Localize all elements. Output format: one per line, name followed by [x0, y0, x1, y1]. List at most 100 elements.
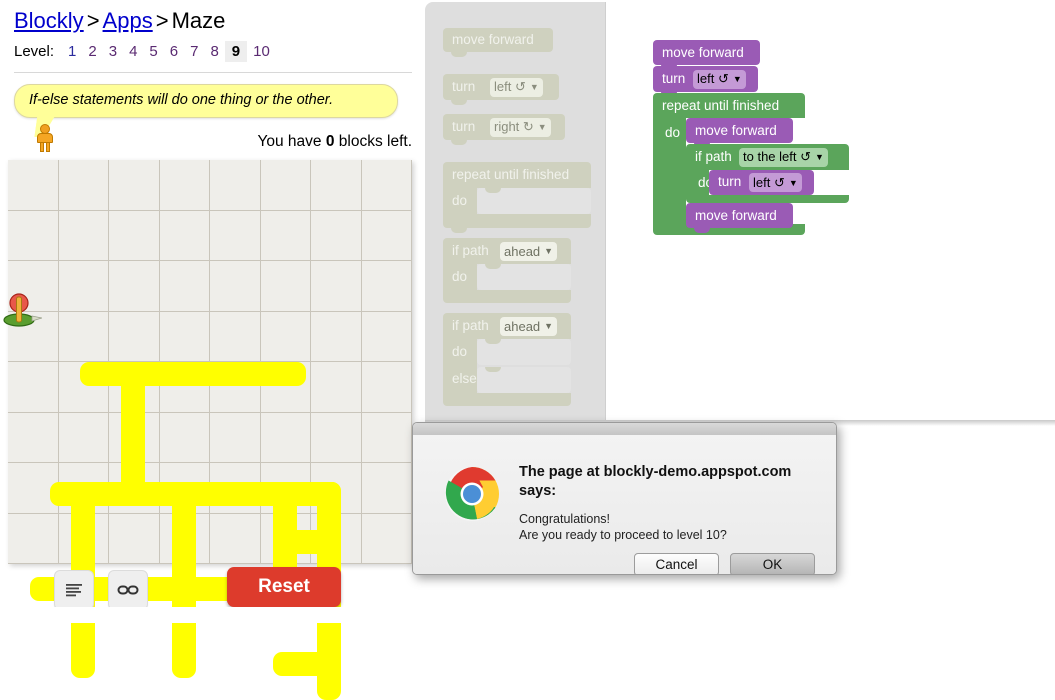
toolbox-block-label: turn [452, 119, 476, 134]
toolbox-block-ifelse[interactable]: if path ahead ▼ [443, 313, 571, 339]
dropdown-value: left ↺ [697, 71, 729, 86]
breadcrumb-separator-2: > [155, 8, 169, 33]
ws-block-turn-2[interactable]: turn left ↺ ▼ [709, 170, 814, 195]
block-notch [694, 228, 710, 233]
ws-block-label: turn [662, 71, 686, 86]
repeat-inner-notch [485, 188, 501, 193]
maze-cell [8, 412, 59, 463]
level-link-7[interactable]: 7 [184, 42, 204, 61]
maze-cell [58, 412, 109, 463]
block-notch [451, 100, 467, 105]
chevron-down-icon: ▼ [537, 122, 547, 132]
maze-cell [311, 160, 362, 211]
toolbox-block-if-do[interactable]: do [443, 264, 477, 290]
goal-marker-icon [2, 292, 43, 328]
if-inner-notch [485, 264, 501, 269]
toolbox-block-label: if path [452, 318, 489, 333]
maze-cell [159, 210, 210, 261]
page-header: Blockly > Apps > Maze Level: 1 2 3 4 5 6 7 8 9 10 [14, 8, 414, 62]
ws-block-label: move forward [662, 45, 744, 60]
level-link-6[interactable]: 6 [164, 42, 184, 61]
ws-dropdown-turn-1[interactable]: left ↺ ▼ [693, 69, 746, 89]
maze-cell [8, 210, 59, 261]
toolbox-dropdown-turn-left[interactable]: left ↺ ▼ [490, 77, 543, 97]
maze-cell [260, 261, 311, 312]
level-link-8[interactable]: 8 [204, 42, 224, 61]
toolbox-dropdown-ifelse-path[interactable]: ahead ▼ [500, 316, 558, 336]
toolbox-block-repeat-foot[interactable] [443, 214, 591, 228]
ws-block-move-forward-2[interactable]: move forward [686, 118, 793, 143]
level-link-5[interactable]: 5 [143, 42, 163, 61]
maze-canvas[interactable] [3, 160, 412, 700]
ws-block-label: turn [718, 174, 742, 189]
level-link-4[interactable]: 4 [123, 42, 143, 61]
maze-cell [109, 261, 160, 312]
maze-cell [361, 210, 412, 261]
dropdown-value: left ↺ [753, 174, 785, 190]
ws-block-if-path[interactable]: if path to the left ↺ ▼ [686, 144, 849, 170]
breadcrumb-current-maze: Maze [171, 8, 226, 33]
chevron-down-icon: ▼ [529, 82, 539, 92]
maze-cell [109, 210, 160, 261]
dropdown-value: ahead [504, 243, 541, 259]
blockly-toolbox-flyout[interactable]: move forward turn left ↺ ▼ turn right ↻ … [425, 2, 605, 420]
toolbox-block-label: move forward [452, 32, 534, 47]
level-link-3[interactable]: 3 [103, 42, 123, 61]
ws-block-turn-1[interactable]: turn left ↺ ▼ [653, 66, 758, 92]
chevron-down-icon: ▼ [814, 152, 824, 162]
maze-cell [109, 160, 160, 211]
level-link-2[interactable]: 2 [82, 42, 102, 61]
toolbox-block-label: if path [452, 243, 489, 258]
breadcrumb-link-apps[interactable]: Apps [103, 8, 153, 33]
ws-block-move-forward-3[interactable]: move forward [686, 203, 793, 228]
toolbox-block-repeat[interactable]: repeat until finished [443, 162, 591, 188]
maze-cell [260, 311, 311, 362]
maze-cell [311, 311, 362, 362]
breadcrumb: Blockly > Apps > Maze [14, 8, 414, 34]
breadcrumb-link-blockly[interactable]: Blockly [14, 8, 84, 33]
ws-dropdown-turn-2[interactable]: left ↺ ▼ [749, 173, 802, 192]
toolbox-block-turn-left[interactable]: turn left ↺ ▼ [443, 74, 559, 105]
toolbox-block-ifelse-else[interactable]: else [443, 365, 477, 393]
maze-cell [361, 362, 412, 413]
workspace-block-stack[interactable]: move forward turn left ↺ ▼ repeat until … [653, 40, 863, 235]
toolbox-block-move-forward[interactable]: move forward [443, 28, 553, 57]
maze-cell [159, 311, 210, 362]
reset-button[interactable]: Reset [227, 567, 341, 607]
toolbox-block-ifelse-do[interactable]: do [443, 339, 477, 365]
ws-block-label: if path [695, 149, 732, 164]
toolbox-dropdown-if-path[interactable]: ahead ▼ [500, 241, 558, 261]
maze-cell [58, 261, 109, 312]
dropdown-value: to the left ↺ [743, 149, 811, 164]
browser-alert-dialog[interactable]: The page at blockly-demo.appspot.com say… [412, 422, 837, 575]
toolbox-block-if-foot[interactable] [443, 290, 571, 303]
toolbox-block-label-do: do [452, 269, 468, 284]
level-link-1[interactable]: 1 [62, 42, 82, 61]
dialog-message: Congratulations! Are you ready to procee… [519, 511, 819, 543]
toolbox-block-if[interactable]: if path ahead ▼ [443, 238, 571, 264]
toolbox-block-label-do: do [452, 344, 468, 359]
maze-cell [210, 412, 261, 463]
share-link-button[interactable] [108, 570, 148, 610]
show-code-button[interactable] [54, 570, 94, 610]
toolbox-block-ifelse-foot[interactable] [443, 393, 571, 406]
ws-block-move-forward-1[interactable]: move forward [653, 40, 760, 65]
maze-cell [159, 261, 210, 312]
maze-cell [361, 311, 412, 362]
level-link-10[interactable]: 10 [247, 42, 276, 61]
ws-dropdown-if-path[interactable]: to the left ↺ ▼ [739, 147, 828, 167]
dialog-ok-button[interactable]: OK [730, 553, 815, 574]
dialog-cancel-button[interactable]: Cancel [634, 553, 719, 574]
toolbox-block-repeat-do[interactable]: do [443, 188, 477, 214]
toolbox-dropdown-turn-right[interactable]: right ↻ ▼ [490, 117, 551, 137]
maze-cell [361, 412, 412, 463]
link-icon [109, 571, 147, 609]
maze-cell [210, 210, 261, 261]
dropdown-value: right ↻ [494, 119, 534, 134]
maze-cell [311, 261, 362, 312]
dialog-body: The page at blockly-demo.appspot.com say… [413, 435, 836, 574]
block-counter-prefix: You have [257, 133, 326, 150]
toolbox-block-turn-right[interactable]: turn right ↻ ▼ [443, 114, 565, 145]
maze-cell [260, 160, 311, 211]
maze-cell [210, 160, 261, 211]
